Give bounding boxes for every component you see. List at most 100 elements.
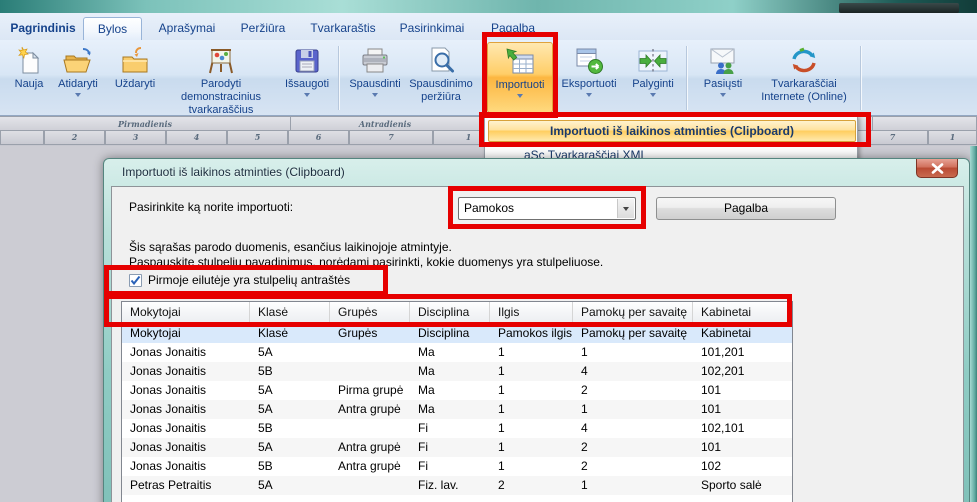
ribbon-button-eksportuoti[interactable]: Eksportuoti [556, 42, 622, 113]
chevron-down-icon [517, 94, 523, 101]
table-row[interactable]: Jonas Jonaitis5AAntra grupėMa11101 [122, 400, 793, 419]
table-cell: 2 [573, 457, 693, 476]
ribbon-button-nauja[interactable]: Nauja [8, 42, 50, 113]
ribbon-button-pasiųsti[interactable]: Pasiųsti [694, 42, 752, 113]
ribbon-tab-aprašymai[interactable]: Aprašymai [150, 17, 224, 40]
period-number-cell: 2 [44, 131, 105, 145]
column-header-grupės[interactable]: Grupės [330, 302, 410, 324]
table-cell: Pamokų per savaitę [573, 324, 693, 343]
period-number-cell: 7 [349, 131, 433, 145]
column-header-pamokų-per-savaitę[interactable]: Pamokų per savaitę [573, 302, 693, 324]
period-number-cell [0, 131, 44, 145]
period-number-cell: 6 [288, 131, 349, 145]
ribbon-tab-pasirinkimai[interactable]: Pasirinkimai [392, 17, 472, 40]
chevron-down-icon [650, 93, 656, 100]
ribbon-group-separator [338, 46, 339, 110]
ribbon-tab-pagalba[interactable]: Pagalba [482, 17, 544, 40]
table-cell: Grupės [330, 324, 410, 343]
ribbon-button-label: peržiūra [406, 91, 476, 104]
column-header-klasė[interactable]: Klasė [250, 302, 330, 324]
first-row-headers-checkbox[interactable] [129, 274, 142, 287]
table-row[interactable]: Jonas Jonaitis5BMa14102,201 [122, 362, 793, 381]
ribbon-button-atidaryti[interactable]: Atidaryti [50, 42, 106, 113]
table-cell: Fi [410, 457, 490, 476]
table-cell: Antra grupė [330, 457, 410, 476]
ribbon-button-spausdinti[interactable]: Spausdinti [344, 42, 406, 113]
table-row[interactable]: Jonas Jonaitis5AMa11101,201 [122, 343, 793, 362]
ribbon-button-label: Tvarkaraščiai [753, 78, 855, 91]
column-header-disciplina[interactable]: Disciplina [410, 302, 490, 324]
app-window: PagrindinisBylos Aprašymai Peržiūra Tvarkar… [0, 0, 977, 502]
ribbon-group-separator [686, 46, 687, 110]
column-header-mokytojai[interactable]: Mokytojai [122, 302, 250, 324]
table-cell: 101,201 [693, 343, 793, 362]
dialog-title: Importuoti iš laikinos atminties (Clipbo… [122, 159, 345, 186]
help-button[interactable]: Pagalba [656, 197, 836, 220]
ribbon-button-išsaugoti[interactable]: Išsaugoti [278, 42, 336, 113]
save-icon [291, 45, 323, 77]
ribbon-button-parodyti-demonstracinius-tvarkaraščius[interactable]: Parodyti demonstraciniustvarkaraščius [164, 42, 278, 113]
period-number-cell: 1 [928, 131, 977, 145]
ribbon-button-label: Parodyti demonstracinius [164, 78, 278, 104]
ribbon-button-spausdinimo-peržiūra[interactable]: Spausdinimoperžiūra [406, 42, 476, 113]
menu-item-import-clipboard[interactable]: Importuoti iš laikinos atminties (Clipbo… [488, 120, 856, 142]
ribbon-button-label: Internete (Online) [753, 91, 855, 104]
ribbon-tab-peržiūra[interactable]: Peržiūra [232, 17, 294, 40]
table-cell [330, 419, 410, 438]
table-cell: 5A [250, 343, 330, 362]
ribbon-button-palyginti[interactable]: Palyginti [624, 42, 682, 113]
ribbon-tab-tvarkaraštis[interactable]: Tvarkaraštis [302, 17, 384, 40]
compare-icon [637, 45, 669, 77]
table-cell: 102,101 [693, 419, 793, 438]
closed-folder-icon [119, 45, 151, 77]
table-cell: Petras Petraitis [122, 476, 250, 495]
table-cell: 2 [573, 381, 693, 400]
table-cell [330, 362, 410, 381]
table-cell: 1 [490, 362, 573, 381]
table-row[interactable]: Petras Petraitis5AFiz. lav.21Sporto salė [122, 476, 793, 495]
ribbon-toolbar: NaujaAtidarytiUždarytiParodyti demonstra… [0, 40, 977, 116]
chevron-down-icon [720, 93, 726, 100]
window-controls[interactable] [839, 3, 959, 13]
table-cell: 4 [573, 419, 693, 438]
ribbon-button-tvarkaraščiai-internete-online-[interactable]: TvarkaraščiaiInternete (Online) [753, 42, 855, 113]
import-clipboard-dialog: Importuoti iš laikinos atminties (Clipbo… [103, 158, 970, 502]
table-cell: 5B [250, 419, 330, 438]
table-cell: Jonas Jonaitis [122, 343, 250, 362]
column-header-kabinetai[interactable]: Kabinetai [693, 302, 793, 324]
table-row[interactable]: Jonas Jonaitis5BAntra grupėFi12102 [122, 457, 793, 476]
table-row[interactable]: Jonas Jonaitis5AAntra grupėFi12101 [122, 438, 793, 457]
column-header-ilgis[interactable]: Ilgis [490, 302, 573, 324]
close-button[interactable] [916, 159, 958, 178]
window-title-bar [0, 0, 977, 13]
ribbon-button-importuoti[interactable]: Importuoti [487, 42, 553, 113]
import-type-combobox[interactable]: Pamokos [458, 197, 636, 220]
period-number-cell: 4 [166, 131, 227, 145]
table-cell: 102,201 [693, 362, 793, 381]
table-row[interactable]: Jonas Jonaitis5BFi14102,101 [122, 419, 793, 438]
ribbon-button-uždaryti[interactable]: Uždaryti [106, 42, 164, 113]
chevron-down-icon [372, 93, 378, 100]
ribbon-button-label: Uždaryti [106, 78, 164, 91]
ribbon-button-label: Atidaryti [50, 78, 106, 91]
table-cell: 1 [490, 343, 573, 362]
table-row[interactable]: Jonas Jonaitis5APirma grupėMa12101 [122, 381, 793, 400]
ribbon-tab-bylos[interactable]: Bylos [83, 17, 142, 40]
open-folder-icon [62, 45, 94, 77]
table-row[interactable]: MokytojaiKlasėGrupėsDisciplinaPamokos il… [122, 324, 793, 343]
combobox-dropdown-button[interactable] [617, 199, 634, 218]
table-cell: Pirma grupė [330, 381, 410, 400]
period-number-cell: 3 [105, 131, 166, 145]
table-cell: Ma [410, 362, 490, 381]
day-header-cell: Antradienis [291, 116, 480, 131]
table-cell: Fi [410, 438, 490, 457]
table-cell: 5A [250, 476, 330, 495]
table-cell: 2 [490, 476, 573, 495]
combobox-value: Pamokos [464, 198, 514, 219]
chevron-down-icon [586, 93, 592, 100]
table-cell: 5B [250, 362, 330, 381]
table-cell: 5A [250, 400, 330, 419]
ribbon-tab-pagrindinis[interactable]: Pagrindinis [6, 17, 80, 40]
table-cell: 5A [250, 438, 330, 457]
new-document-icon [13, 45, 45, 77]
